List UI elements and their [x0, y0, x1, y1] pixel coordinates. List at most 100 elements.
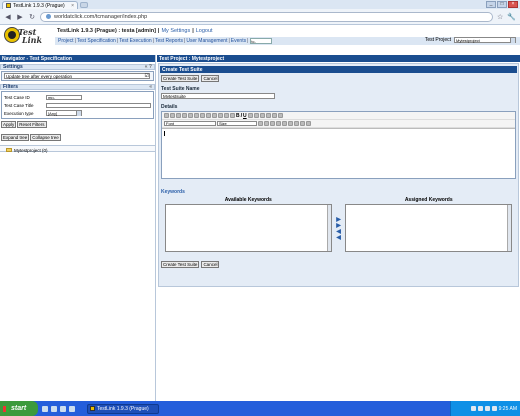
quick-launch-icon[interactable] — [69, 405, 75, 412]
underline-icon[interactable]: U — [243, 113, 247, 119]
tray-icon[interactable] — [484, 406, 490, 411]
tab-close-icon[interactable]: × — [71, 3, 74, 9]
numbered-list-icon[interactable] — [247, 113, 253, 118]
tc-id-input[interactable] — [46, 94, 82, 100]
collapse-tree-button[interactable]: Collapse tree — [30, 134, 61, 141]
maximize-button[interactable]: □ — [497, 1, 507, 8]
align-left-icon[interactable] — [271, 113, 277, 118]
copy-icon[interactable] — [176, 113, 181, 118]
settings-header[interactable]: Settings « ? — [0, 64, 155, 70]
indent-icon[interactable] — [265, 113, 271, 118]
details-textarea[interactable] — [162, 128, 515, 178]
tray-icon[interactable] — [470, 406, 476, 411]
replace-icon[interactable] — [218, 113, 223, 118]
bg-color-icon[interactable] — [264, 121, 269, 126]
menu-user-management[interactable]: User Management — [185, 38, 228, 44]
suite-name-input[interactable] — [161, 93, 275, 99]
close-window-button[interactable]: × — [508, 1, 518, 8]
italic-icon[interactable]: I — [241, 113, 242, 119]
test-project-select[interactable]: Mytestproject — [454, 37, 516, 43]
apply-button[interactable]: Apply — [1, 121, 17, 128]
tc-title-input[interactable] — [45, 102, 151, 108]
quick-launch-icon[interactable] — [42, 405, 48, 412]
cancel-button-bottom[interactable]: Cancel — [201, 261, 220, 268]
testcase-search-input[interactable] — [250, 38, 273, 44]
quick-launch-icon[interactable] — [60, 405, 66, 412]
tc-title-label: Test Case Title — [4, 102, 34, 108]
forward-icon[interactable]: ▶ — [16, 13, 24, 21]
logout-link[interactable]: Logout — [196, 28, 213, 34]
font-select[interactable]: Font — [164, 121, 216, 126]
redo-icon[interactable] — [206, 113, 211, 118]
menu-project[interactable]: Project — [57, 38, 75, 44]
wrench-menu-icon[interactable]: 🔧 — [507, 13, 516, 21]
find-icon[interactable] — [212, 113, 217, 118]
create-suite-button[interactable]: Create Test Suite — [161, 75, 200, 82]
update-tree-option[interactable]: Update tree after every operation ☑ — [4, 73, 150, 79]
menu-test-specification[interactable]: Test Specification — [76, 38, 117, 44]
paste-word-icon[interactable] — [194, 113, 199, 118]
image-icon[interactable] — [288, 121, 293, 126]
bold-icon[interactable]: B — [236, 113, 240, 119]
align-center-icon[interactable] — [277, 113, 283, 118]
anchor-icon[interactable] — [282, 121, 287, 126]
quick-launch-icon[interactable] — [51, 405, 57, 412]
menu-test-execution[interactable]: Test Execution — [118, 38, 153, 44]
scrollbar[interactable] — [326, 205, 331, 251]
clock[interactable]: 9:25 AM — [499, 406, 517, 412]
menu-test-reports[interactable]: Test Reports — [154, 38, 184, 44]
tray-icon[interactable] — [477, 406, 483, 411]
horizontal-rule-icon[interactable] — [300, 121, 305, 126]
main-menu: Project | Test Specification | Test Execut… — [55, 37, 520, 45]
tree-node-project[interactable]: Mytestproject (0) — [0, 146, 155, 154]
special-char-icon[interactable] — [306, 121, 311, 126]
checkbox-icon[interactable]: ☑ — [145, 73, 149, 79]
new-tab-button[interactable] — [80, 2, 88, 8]
outdent-icon[interactable] — [259, 113, 265, 118]
bookmark-star-icon[interactable]: ☆ — [497, 13, 503, 21]
size-select[interactable]: Size — [217, 121, 257, 126]
collapse-help-icon[interactable]: « ? — [145, 64, 152, 70]
table-icon[interactable] — [294, 121, 299, 126]
taskbar-app-testlink[interactable]: TestLink 1.9.3 (Prague) — [87, 403, 159, 414]
testlink-logo[interactable]: Test Link — [4, 27, 42, 45]
assigned-keywords-list[interactable] — [345, 204, 512, 252]
paste-text-icon[interactable] — [188, 113, 193, 118]
create-suite-button-bottom[interactable]: Create Test Suite — [161, 261, 200, 268]
cancel-button[interactable]: Cancel — [201, 75, 220, 82]
taskbar-app-label: TestLink 1.9.3 (Prague) — [97, 405, 149, 412]
my-settings-link[interactable]: My Settings — [161, 28, 190, 34]
system-tray: 9:25 AM — [450, 401, 520, 416]
back-icon[interactable]: ◀ — [4, 13, 12, 21]
undo-icon[interactable] — [200, 113, 205, 118]
testlink-favicon-icon — [6, 3, 11, 8]
move-all-left-icon[interactable]: ◀ — [336, 235, 341, 241]
address-bar[interactable]: worldatclick.com/tcmanager/index.php — [40, 11, 493, 22]
menu-events[interactable]: Events — [230, 38, 247, 44]
top-button-row: Create Test Suite Cancel — [159, 73, 518, 84]
unlink-icon[interactable] — [276, 121, 281, 126]
navigator-title: Navigator - Test Specification — [0, 55, 155, 62]
link-icon[interactable] — [270, 121, 275, 126]
filters-header[interactable]: Filters « — [0, 84, 155, 90]
exec-type-select[interactable]: [Any] — [46, 110, 82, 116]
bullet-list-icon[interactable] — [253, 113, 259, 118]
details-editor: B I U Font Size — [161, 111, 516, 179]
collapse-icon[interactable]: « — [149, 84, 152, 90]
reset-filters-button[interactable]: Reset Filters — [17, 121, 47, 128]
start-button[interactable]: start — [0, 401, 38, 416]
source-icon[interactable] — [164, 113, 169, 118]
minimize-button[interactable]: _ — [486, 1, 496, 8]
reload-icon[interactable]: ↻ — [28, 13, 36, 21]
expand-tree-button[interactable]: Expand tree — [1, 134, 30, 141]
scrollbar[interactable] — [507, 205, 511, 251]
remove-format-icon[interactable] — [230, 113, 235, 118]
tray-icon[interactable] — [491, 406, 497, 411]
cut-icon[interactable] — [170, 113, 175, 118]
text-color-icon[interactable] — [258, 121, 263, 126]
browser-tab[interactable]: TestLink 1.9.3 (Prague) × — [2, 1, 78, 9]
available-keywords-list[interactable] — [165, 204, 332, 252]
select-all-icon[interactable] — [224, 113, 229, 118]
update-tree-text: Update tree after every operation — [6, 73, 73, 79]
paste-icon[interactable] — [182, 113, 187, 118]
